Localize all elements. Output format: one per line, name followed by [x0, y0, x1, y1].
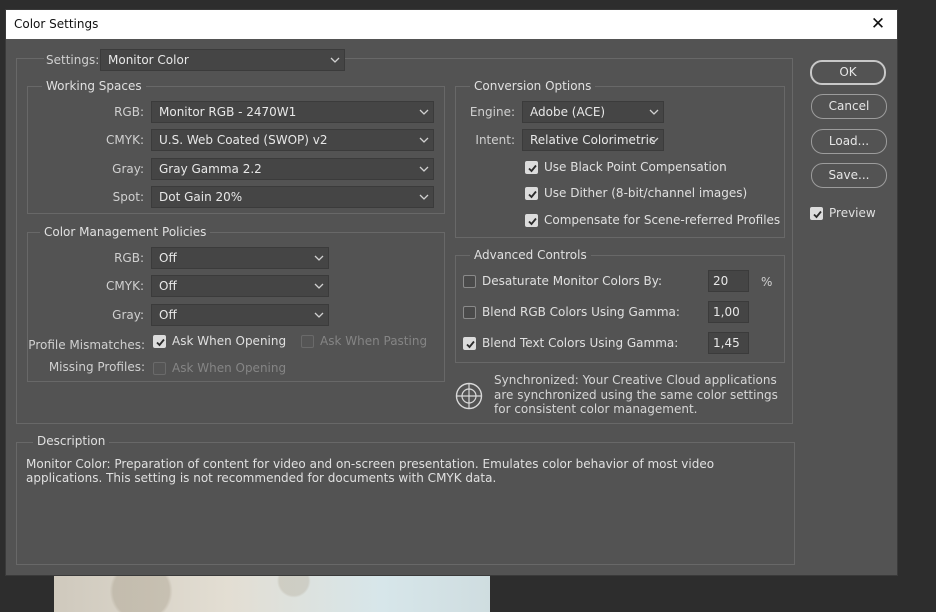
cancel-button[interactable]: Cancel [811, 94, 887, 119]
mismatch-ask-opening-checkbox[interactable]: Ask When Opening [153, 333, 287, 351]
intent-dropdown[interactable]: Relative Colorimetric [522, 129, 664, 151]
blend-text-checkbox[interactable]: Blend Text Colors Using Gamma: [463, 335, 703, 353]
ws-spot-value: Dot Gain 20% [159, 190, 243, 204]
policy-cmyk-value: Off [159, 279, 177, 293]
black-point-label: Use Black Point Compensation [544, 160, 727, 174]
missing-ask-opening-checkbox[interactable]: Ask When Opening [153, 360, 287, 378]
preview-label: Preview [829, 206, 876, 220]
checkbox-checked-icon [463, 337, 476, 350]
intent-label: Intent: [475, 133, 515, 147]
window-title: Color Settings [14, 17, 99, 31]
chevron-down-icon [314, 276, 324, 296]
ws-cmyk-label: CMYK: [106, 133, 144, 147]
checkbox-empty-icon [463, 306, 476, 319]
desaturate-input[interactable]: 20 [708, 270, 749, 292]
ws-gray-dropdown[interactable]: Gray Gamma 2.2 [151, 158, 434, 180]
ws-gray-label: Gray: [112, 162, 144, 176]
desaturate-label: Desaturate Monitor Colors By: [482, 274, 663, 288]
ws-rgb-label: RGB: [114, 105, 144, 119]
conversion-options-title: Conversion Options [470, 79, 596, 93]
working-spaces-title: Working Spaces [42, 79, 146, 93]
missing-profiles-label: Missing Profiles: [48, 360, 145, 374]
sync-globe-icon [455, 382, 483, 410]
checkbox-checked-icon [153, 335, 166, 348]
blend-text-label: Blend Text Colors Using Gamma: [482, 336, 679, 350]
missing-ask-opening-label: Ask When Opening [172, 361, 287, 375]
engine-value: Adobe (ACE) [530, 105, 606, 119]
policy-gray-value: Off [159, 308, 177, 322]
load-button[interactable]: Load... [811, 129, 887, 154]
description-title: Description [33, 434, 110, 448]
description-text: Monitor Color: Preparation of content fo… [26, 457, 715, 485]
desaturate-checkbox[interactable]: Desaturate Monitor Colors By: [463, 273, 703, 291]
checkbox-checked-icon [525, 187, 538, 200]
settings-label: Settings: [44, 53, 102, 67]
sync-message: Synchronized: Your Creative Cloud applic… [494, 373, 778, 416]
dither-label: Use Dither (8-bit/channel images) [544, 186, 748, 200]
ws-cmyk-dropdown[interactable]: U.S. Web Coated (SWOP) v2 [151, 129, 434, 151]
scene-referred-label: Compensate for Scene-referred Profiles [544, 213, 781, 227]
settings-value: Monitor Color [108, 53, 189, 67]
blend-text-input[interactable]: 1,45 [708, 332, 749, 354]
chevron-down-icon [419, 102, 429, 122]
close-icon[interactable]: ✕ [868, 13, 888, 35]
checkbox-empty-icon [301, 335, 314, 348]
chevron-down-icon [649, 130, 659, 150]
blend-rgb-label: Blend RGB Colors Using Gamma: [482, 305, 680, 319]
policy-rgb-value: Off [159, 251, 177, 265]
advanced-controls-title: Advanced Controls [470, 248, 591, 262]
checkbox-checked-icon [525, 214, 538, 227]
settings-dropdown[interactable]: Monitor Color [100, 49, 345, 71]
title-bar: Color Settings ✕ [6, 10, 897, 39]
checkbox-empty-icon [463, 275, 476, 288]
policy-rgb-dropdown[interactable]: Off [151, 247, 329, 269]
chevron-down-icon [419, 130, 429, 150]
policy-rgb-label: RGB: [114, 251, 144, 265]
black-point-checkbox[interactable]: Use Black Point Compensation [525, 159, 775, 177]
ws-gray-value: Gray Gamma 2.2 [159, 162, 262, 176]
ws-rgb-dropdown[interactable]: Monitor RGB - 2470W1 [151, 101, 434, 123]
ws-spot-dropdown[interactable]: Dot Gain 20% [151, 186, 434, 208]
preview-checkbox[interactable]: Preview [810, 205, 890, 223]
intent-value: Relative Colorimetric [530, 133, 656, 147]
policy-gray-dropdown[interactable]: Off [151, 304, 329, 326]
policy-cmyk-dropdown[interactable]: Off [151, 275, 329, 297]
ws-rgb-value: Monitor RGB - 2470W1 [159, 105, 297, 119]
engine-dropdown[interactable]: Adobe (ACE) [522, 101, 664, 123]
chevron-down-icon [419, 159, 429, 179]
save-button[interactable]: Save... [811, 163, 887, 188]
blend-rgb-checkbox[interactable]: Blend RGB Colors Using Gamma: [463, 304, 703, 322]
chevron-down-icon [330, 50, 340, 70]
ws-cmyk-value: U.S. Web Coated (SWOP) v2 [159, 133, 328, 147]
policies-title: Color Management Policies [40, 225, 211, 239]
engine-label: Engine: [469, 105, 515, 119]
profile-mismatches-label: Profile Mismatches: [28, 338, 145, 352]
desaturate-unit: % [761, 275, 773, 289]
chevron-down-icon [649, 102, 659, 122]
ws-spot-label: Spot: [112, 190, 144, 204]
mismatch-ask-pasting-checkbox[interactable]: Ask When Pasting [301, 333, 431, 351]
mismatch-ask-opening-label: Ask When Opening [172, 334, 287, 348]
chevron-down-icon [314, 305, 324, 325]
checkbox-checked-icon [810, 207, 823, 220]
checkbox-checked-icon [525, 161, 538, 174]
mismatch-ask-pasting-label: Ask When Pasting [320, 334, 428, 348]
checkbox-empty-icon [153, 362, 166, 375]
chevron-down-icon [314, 248, 324, 268]
policy-cmyk-label: CMYK: [106, 279, 144, 293]
dither-checkbox[interactable]: Use Dither (8-bit/channel images) [525, 185, 775, 203]
blend-rgb-input[interactable]: 1,00 [708, 301, 749, 323]
chevron-down-icon [419, 187, 429, 207]
policy-gray-label: Gray: [112, 308, 144, 322]
scene-referred-checkbox[interactable]: Compensate for Scene-referred Profiles [525, 212, 780, 230]
ok-button[interactable]: OK [810, 60, 886, 85]
